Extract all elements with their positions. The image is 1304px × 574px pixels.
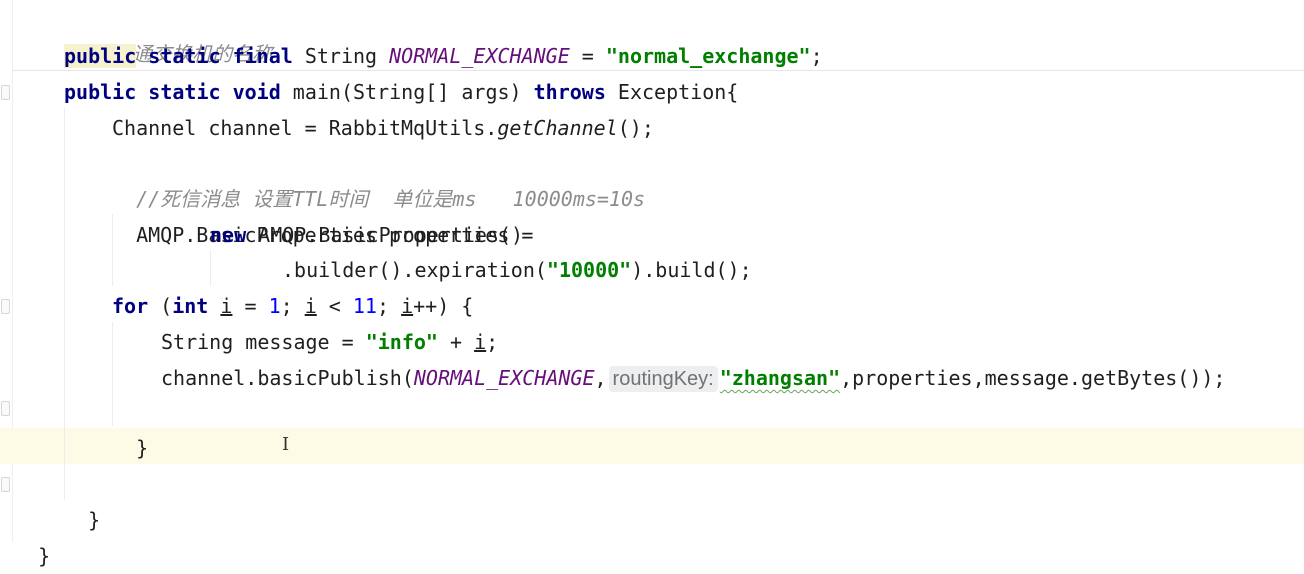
closing-brace: } (88, 508, 101, 532)
constant-name: NORMAL_EXCHANGE (389, 44, 570, 68)
loop-variable: i (304, 294, 317, 318)
code-text: ( (148, 294, 173, 318)
comma: , (594, 366, 607, 390)
code-text: AMQP.BasicProperties() (246, 223, 524, 247)
code-text: .builder().expiration( (282, 258, 547, 282)
exception-type: Exception{ (605, 80, 739, 104)
indent-guide (210, 250, 211, 286)
code-text: ++) { (413, 294, 474, 318)
code-text: < (316, 294, 353, 318)
indent-guide (64, 108, 65, 500)
code-line-4[interactable]: Channel channel = RabbitMqUtils.getChann… (112, 110, 654, 146)
code-text: String message = (161, 330, 366, 354)
static-method-call: getChannel (497, 116, 618, 140)
string-literal: "10000" (546, 258, 632, 282)
operator: = (569, 44, 606, 68)
code-line-3[interactable]: public static void main(String[] args) t… (64, 74, 738, 110)
constant-name: NORMAL_EXCHANGE (413, 366, 595, 390)
fold-marker-icon[interactable] (1, 477, 10, 492)
keyword-new: new (210, 223, 247, 247)
code-text: = (232, 294, 269, 318)
string-literal: "info" (365, 330, 438, 354)
code-text: ).build(); (631, 258, 752, 282)
keyword-throws: throws (533, 80, 606, 104)
code-line-9[interactable]: for (int i = 1; i < 11; i++) { (112, 288, 473, 324)
code-line-10[interactable]: String message = "info" + i; (161, 324, 498, 360)
loop-variable: i (401, 294, 414, 318)
keyword-public: public (64, 44, 137, 68)
loop-variable: i (474, 330, 487, 354)
code-text: (); (617, 116, 654, 140)
code-line-5[interactable]: //死信消息 设置TTL时间 单位是ms 10000ms=10s (112, 145, 645, 211)
code-text: channel.basicPublish( (161, 366, 414, 390)
loop-variable: i (220, 294, 233, 318)
code-line-8[interactable]: .builder().expiration("10000").build(); (282, 252, 752, 288)
code-line-15[interactable]: } (14, 502, 50, 568)
code-text: ; (280, 294, 305, 318)
closing-brace: } (136, 436, 149, 460)
code-line-11[interactable]: channel.basicPublish(NORMAL_EXCHANGE, rou… (161, 360, 1225, 396)
code-text: + (437, 330, 475, 354)
keyword-int: int (172, 294, 209, 318)
code-text: Channel channel = RabbitMqUtils. (112, 116, 498, 140)
code-line-7[interactable]: new AMQP.BasicProperties() (210, 217, 523, 253)
number-literal: 11 (352, 294, 377, 318)
number-literal: 1 (268, 294, 281, 318)
current-line-highlight (0, 428, 1304, 464)
semicolon: ; (486, 330, 499, 354)
fold-marker-icon[interactable] (1, 401, 10, 416)
semicolon: ; (810, 44, 823, 68)
parameter-hint: routingKey: (608, 366, 718, 392)
fold-marker-icon[interactable] (1, 299, 10, 314)
method-signature: main(String[] args) (292, 80, 534, 104)
code-line-2[interactable]: public static final String NORMAL_EXCHAN… (64, 38, 823, 74)
code-text: ; (376, 294, 402, 318)
keyword-modifiers: static final (136, 44, 305, 68)
code-line-14[interactable]: } (64, 466, 100, 532)
string-literal: "zhangsan" (719, 366, 841, 390)
code-line-6[interactable]: AMQP.BasicProperties properties = (112, 181, 533, 247)
type-name: String (304, 44, 390, 68)
keyword-for: for (112, 294, 149, 318)
text-cursor-icon: I (282, 434, 290, 455)
closing-brace: } (38, 544, 51, 568)
fold-marker-icon[interactable] (1, 85, 10, 100)
code-line-12[interactable]: } (112, 394, 148, 460)
code-text: ,properties,message.getBytes()); (840, 366, 1226, 390)
code-line-1[interactable]: //普通交换机的名称 (64, 0, 272, 66)
keyword-modifiers: public static void (64, 80, 293, 104)
string-literal: "normal_exchange" (605, 44, 811, 68)
